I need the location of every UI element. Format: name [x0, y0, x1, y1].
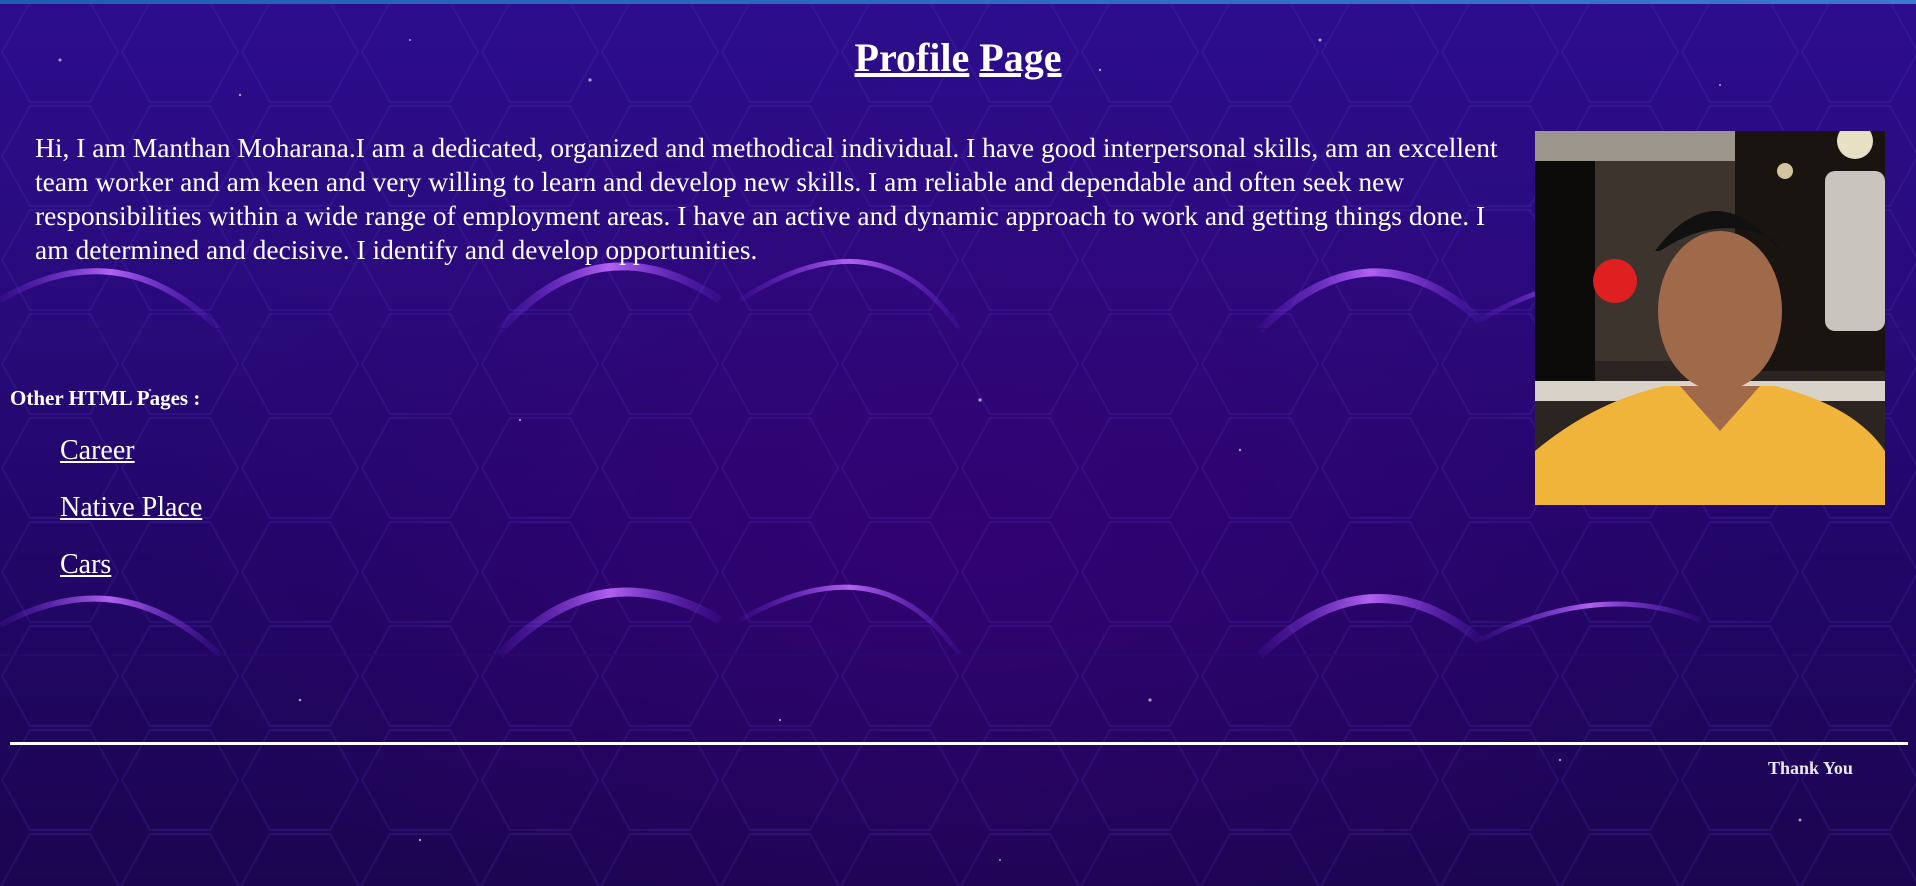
- page-title-word-profile: Profile: [854, 35, 970, 80]
- footer-thank-you: Thank You: [1768, 758, 1853, 778]
- glow-arcs-band-2: [0, 584, 1701, 659]
- link-native-place[interactable]: Native Place: [60, 492, 202, 523]
- page-title-word-page: Page: [979, 35, 1062, 80]
- profile-photo: [1535, 131, 1885, 505]
- profile-photo-illustration: [1535, 131, 1885, 505]
- other-pages-title: Other HTML Pages :: [10, 386, 201, 410]
- list-item: Cars: [60, 545, 202, 602]
- page-title: Profile Page: [0, 34, 1916, 82]
- footer-divider: [10, 742, 1908, 745]
- glow-arcs-band-1: [0, 258, 1702, 333]
- link-cars[interactable]: Cars: [60, 549, 111, 580]
- intro-paragraph: Hi, I am Manthan Moharana.I am a dedicat…: [35, 132, 1498, 265]
- link-career[interactable]: Career: [60, 435, 135, 466]
- browser-top-strip: [0, 0, 1916, 4]
- list-item: Career: [60, 431, 202, 488]
- list-item: Native Place: [60, 488, 202, 545]
- other-pages-list: Career Native Place Cars: [60, 431, 202, 602]
- background-tile-seam: [0, 654, 1916, 656]
